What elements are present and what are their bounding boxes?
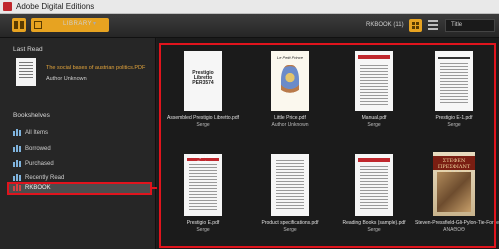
last-read-book-title[interactable]: The social bases of austrian politics.PD… [46,65,145,71]
sidebar: Last Read The social bases of austrian p… [0,38,156,249]
sidebar-item-label: All Items [25,130,49,136]
sidebar-item-label: Purchased [25,161,54,167]
chevron-down-icon[interactable]: ▾ [93,20,96,27]
sidebar-item-all-items[interactable]: All Items [13,127,48,139]
app-icon [3,2,12,11]
sidebar-item-purchased[interactable]: Purchased [13,158,54,170]
last-read-thumbnail[interactable] [16,58,36,86]
title-bar: Adobe Digital Editions [0,0,499,14]
bookshelf-icon [13,173,22,181]
bookshelf-icon [13,184,22,191]
bookshelf-icon [13,159,22,167]
toolbar: LIBRARY ▾ RKBOOK (11) Title [0,14,499,38]
sidebar-item-label: Borrowed [25,146,51,152]
list-view-icon[interactable] [428,20,438,31]
bookshelf-icon [13,144,22,152]
highlight-box [159,43,496,248]
grid-view-icon[interactable] [409,19,422,32]
library-menu[interactable]: LIBRARY [63,21,92,27]
bookshelves-heading: Bookshelves [13,112,50,119]
sidebar-item-label: Recently Read [25,175,65,181]
sidebar-item-rkbook[interactable]: RKBOOK [7,182,152,195]
sort-select[interactable]: Title [445,19,495,32]
app-title: Adobe Digital Editions [16,2,95,11]
library-view-icon[interactable] [12,18,26,32]
last-read-heading: Last Read [13,46,43,53]
sidebar-item-label: RKBOOK [25,185,51,192]
last-read-book-author: Author Unknown [46,76,87,82]
sidebar-item-borrowed[interactable]: Borrowed [13,143,51,155]
bookshelf-icon [13,128,22,136]
current-shelf-label: RKBOOK (11) [366,22,404,28]
